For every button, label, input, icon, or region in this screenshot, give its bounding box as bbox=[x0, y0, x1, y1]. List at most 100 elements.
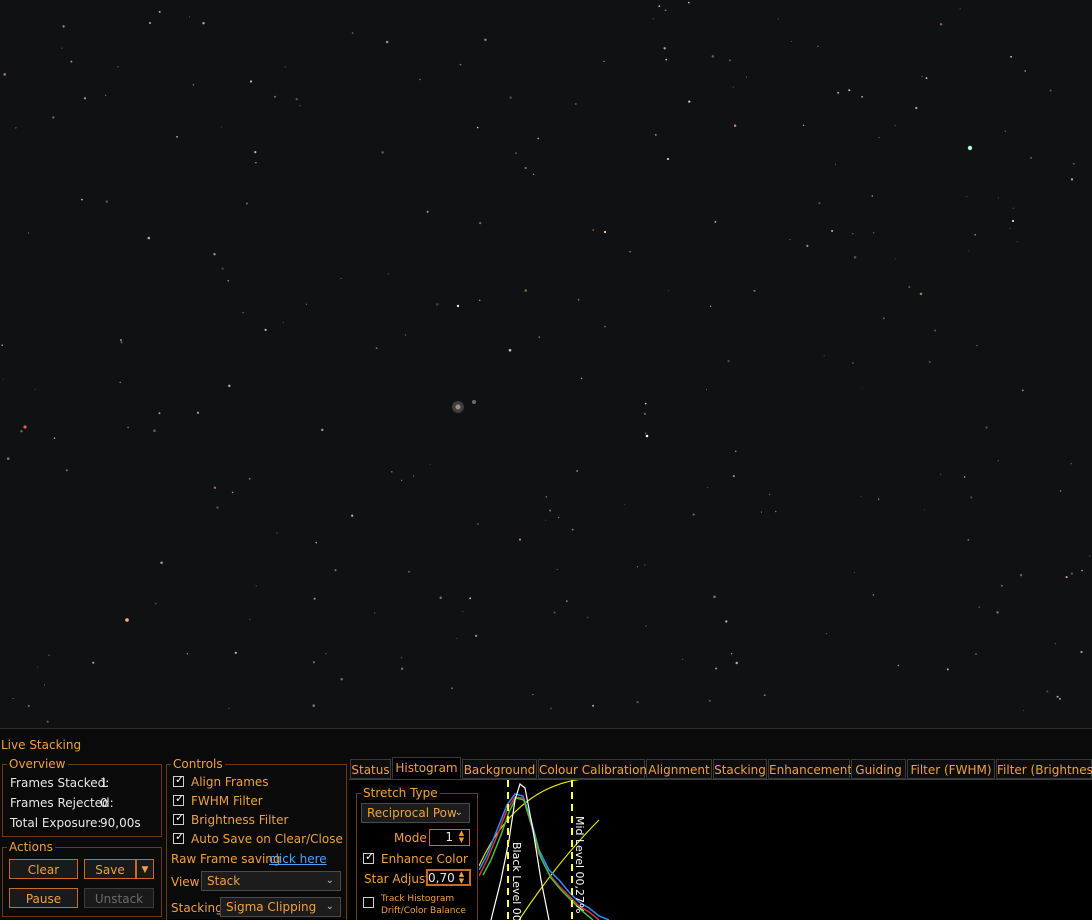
star bbox=[1000, 584, 1003, 587]
tab-filter-fwhm[interactable]: Filter (FWHM) bbox=[907, 759, 995, 779]
tab-alignment[interactable]: Alignment bbox=[646, 759, 712, 779]
star bbox=[351, 32, 354, 34]
star bbox=[575, 103, 577, 105]
star bbox=[429, 464, 431, 466]
star bbox=[919, 292, 923, 296]
star bbox=[120, 341, 123, 344]
mode-spinner[interactable]: 1 ▲ ▼ bbox=[429, 829, 470, 846]
star bbox=[974, 233, 977, 236]
star bbox=[249, 80, 253, 83]
stretch-type-select[interactable]: Reciprocal Pow ⌄ bbox=[361, 803, 470, 823]
star bbox=[777, 18, 779, 20]
star bbox=[340, 277, 342, 280]
checkbox-box[interactable] bbox=[363, 897, 374, 908]
star bbox=[127, 426, 129, 429]
star bbox=[46, 720, 49, 723]
black-level-label: Black Level 00 bbox=[510, 842, 523, 920]
star bbox=[532, 173, 535, 175]
track-histogram-label-line2: Drift/Color Balance bbox=[381, 906, 466, 916]
histogram-tab-content: Stretch Type Reciprocal Pow ⌄ Mode 1 ▲ ▼ … bbox=[349, 779, 1092, 920]
star bbox=[186, 653, 188, 655]
stretch-type-legend: Stretch Type bbox=[361, 786, 440, 800]
checkbox-box[interactable]: ✓ bbox=[173, 792, 184, 806]
star bbox=[791, 41, 792, 43]
star bbox=[153, 429, 156, 432]
stacking-select[interactable]: Sigma Clipping ⌄ bbox=[220, 897, 341, 917]
star bbox=[105, 94, 107, 96]
star bbox=[629, 250, 631, 253]
star bbox=[871, 195, 873, 197]
star bbox=[908, 285, 911, 289]
raw-frame-saving-link[interactable]: click here bbox=[269, 852, 327, 866]
star bbox=[404, 334, 407, 336]
checkbox-box[interactable]: ✓ bbox=[173, 811, 184, 825]
pause-button[interactable]: Pause bbox=[9, 888, 78, 908]
star-adjust-spinner[interactable]: 0,70 ▲ ▼ bbox=[426, 869, 471, 886]
star bbox=[1056, 695, 1059, 698]
star bbox=[818, 202, 821, 205]
star bbox=[479, 221, 482, 225]
save-dropdown-button[interactable]: ▼ bbox=[136, 859, 154, 879]
star bbox=[435, 303, 439, 306]
star bbox=[727, 359, 730, 363]
star bbox=[852, 232, 854, 235]
star bbox=[537, 137, 540, 140]
tab-enhancement[interactable]: Enhancement bbox=[768, 759, 852, 779]
tab-colour-calibration[interactable]: Colour Calibration bbox=[538, 759, 647, 779]
star bbox=[817, 45, 819, 47]
star bbox=[644, 402, 647, 405]
unstack-button[interactable]: Unstack bbox=[84, 888, 154, 908]
star bbox=[652, 18, 655, 20]
star bbox=[1059, 490, 1062, 492]
check-icon: ✓ bbox=[175, 773, 185, 786]
blue-channel bbox=[479, 793, 610, 920]
star bbox=[834, 163, 837, 165]
star bbox=[1073, 163, 1075, 165]
save-button[interactable]: Save bbox=[84, 859, 136, 879]
tab-guiding[interactable]: Guiding bbox=[851, 759, 906, 779]
star bbox=[538, 336, 540, 338]
star bbox=[20, 430, 23, 433]
histogram-plot[interactable]: Black Level 00 Mid Level 00,27% bbox=[479, 780, 1092, 920]
tab-filter-brightness[interactable]: Filter (Brightness) bbox=[996, 759, 1092, 779]
star bbox=[854, 572, 856, 573]
star bbox=[27, 704, 30, 707]
star bbox=[853, 256, 857, 259]
star bbox=[231, 491, 234, 494]
star bbox=[708, 699, 711, 702]
tab-histogram[interactable]: Histogram bbox=[392, 757, 461, 779]
star bbox=[508, 348, 512, 352]
star bbox=[760, 511, 762, 513]
spinner-arrows-icon[interactable]: ▲ ▼ bbox=[455, 871, 468, 886]
star bbox=[715, 667, 718, 670]
bright-star bbox=[967, 145, 973, 151]
star bbox=[592, 704, 595, 707]
star bbox=[565, 600, 568, 603]
bright-star bbox=[125, 618, 129, 622]
star bbox=[985, 426, 988, 429]
tab-stacking[interactable]: Stacking bbox=[713, 759, 767, 779]
spinner-arrows-icon[interactable]: ▲ ▼ bbox=[455, 830, 468, 845]
tab-background[interactable]: Background bbox=[462, 759, 537, 779]
brightness-filter-label: Brightness Filter bbox=[191, 813, 289, 827]
star bbox=[997, 197, 999, 199]
checkbox-box[interactable]: ✓ bbox=[363, 850, 374, 864]
mid-level-label: Mid Level 00,27% bbox=[573, 816, 586, 914]
star bbox=[27, 232, 30, 234]
star bbox=[227, 279, 230, 282]
star bbox=[645, 625, 647, 627]
star bbox=[654, 133, 657, 136]
clear-button[interactable]: Clear bbox=[9, 859, 78, 879]
checkbox-box[interactable]: ✓ bbox=[173, 773, 185, 787]
star bbox=[729, 59, 731, 62]
star bbox=[14, 126, 17, 129]
sky-image bbox=[1, 1, 1091, 723]
star bbox=[545, 496, 548, 498]
tab-status[interactable]: Status bbox=[350, 759, 391, 779]
star bbox=[43, 684, 45, 686]
star bbox=[763, 694, 766, 697]
view-select[interactable]: Stack ⌄ bbox=[201, 871, 341, 891]
stacked-image-view[interactable] bbox=[0, 0, 1092, 728]
checkbox-box[interactable]: ✓ bbox=[173, 830, 184, 844]
star bbox=[872, 231, 875, 234]
